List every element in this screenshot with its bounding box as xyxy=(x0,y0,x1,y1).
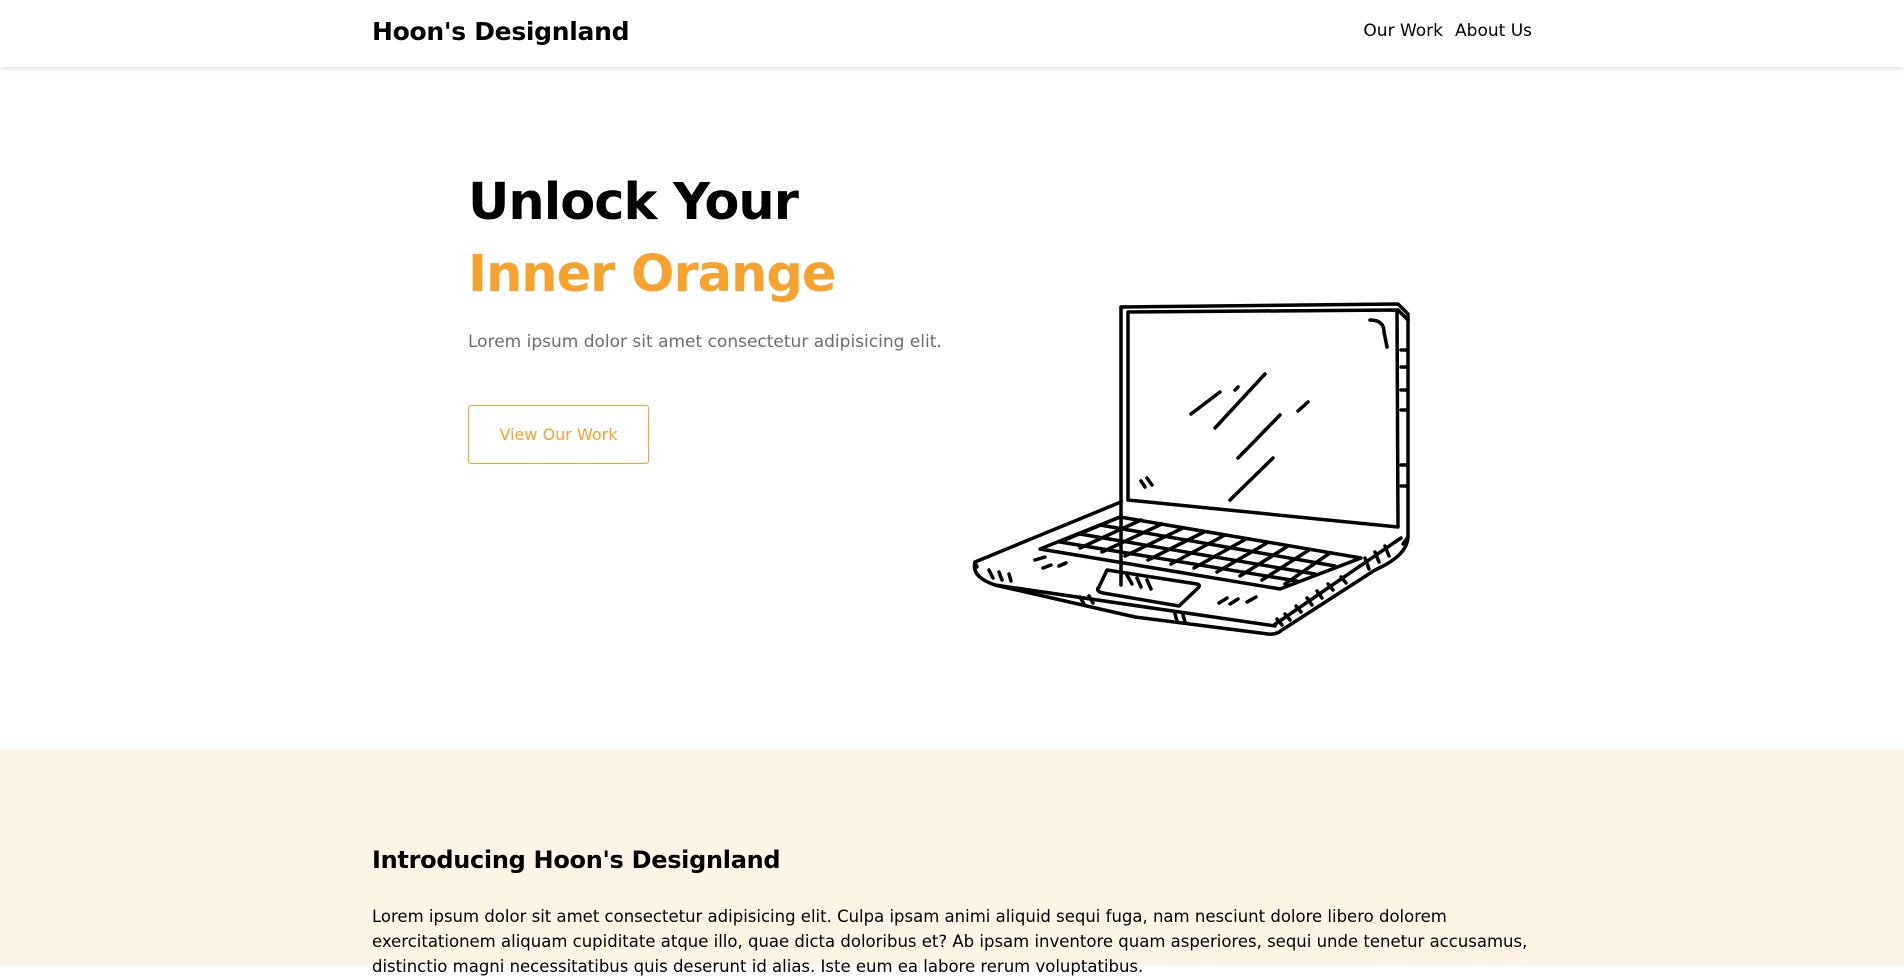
hero-section: Unlock Your Inner Orange Lorem ipsum dol… xyxy=(0,67,1904,749)
site-logo[interactable]: Hoon's Designland xyxy=(372,17,630,46)
hero-title-line2: Inner Orange xyxy=(468,245,836,304)
nav-link-our-work[interactable]: Our Work xyxy=(1363,21,1443,41)
intro-section: Introducing Hoon's Designland Lorem ipsu… xyxy=(0,749,1904,976)
hero-subtitle: Lorem ipsum dolor sit amet consectetur a… xyxy=(468,332,942,352)
laptop-illustration xyxy=(972,302,1410,636)
view-our-work-button[interactable]: View Our Work xyxy=(468,405,649,464)
main-nav: Our Work About Us xyxy=(1363,21,1532,41)
intro-body-text: Lorem ipsum dolor sit amet consectetur a… xyxy=(372,907,1528,976)
site-header: Hoon's Designland Our Work About Us xyxy=(0,0,1904,67)
hero-title-line1: Unlock Your xyxy=(468,173,799,232)
hero-title: Unlock Your Inner Orange xyxy=(468,167,836,311)
intro-title: Introducing Hoon's Designland xyxy=(372,846,781,874)
nav-link-about-us[interactable]: About Us xyxy=(1455,21,1532,41)
